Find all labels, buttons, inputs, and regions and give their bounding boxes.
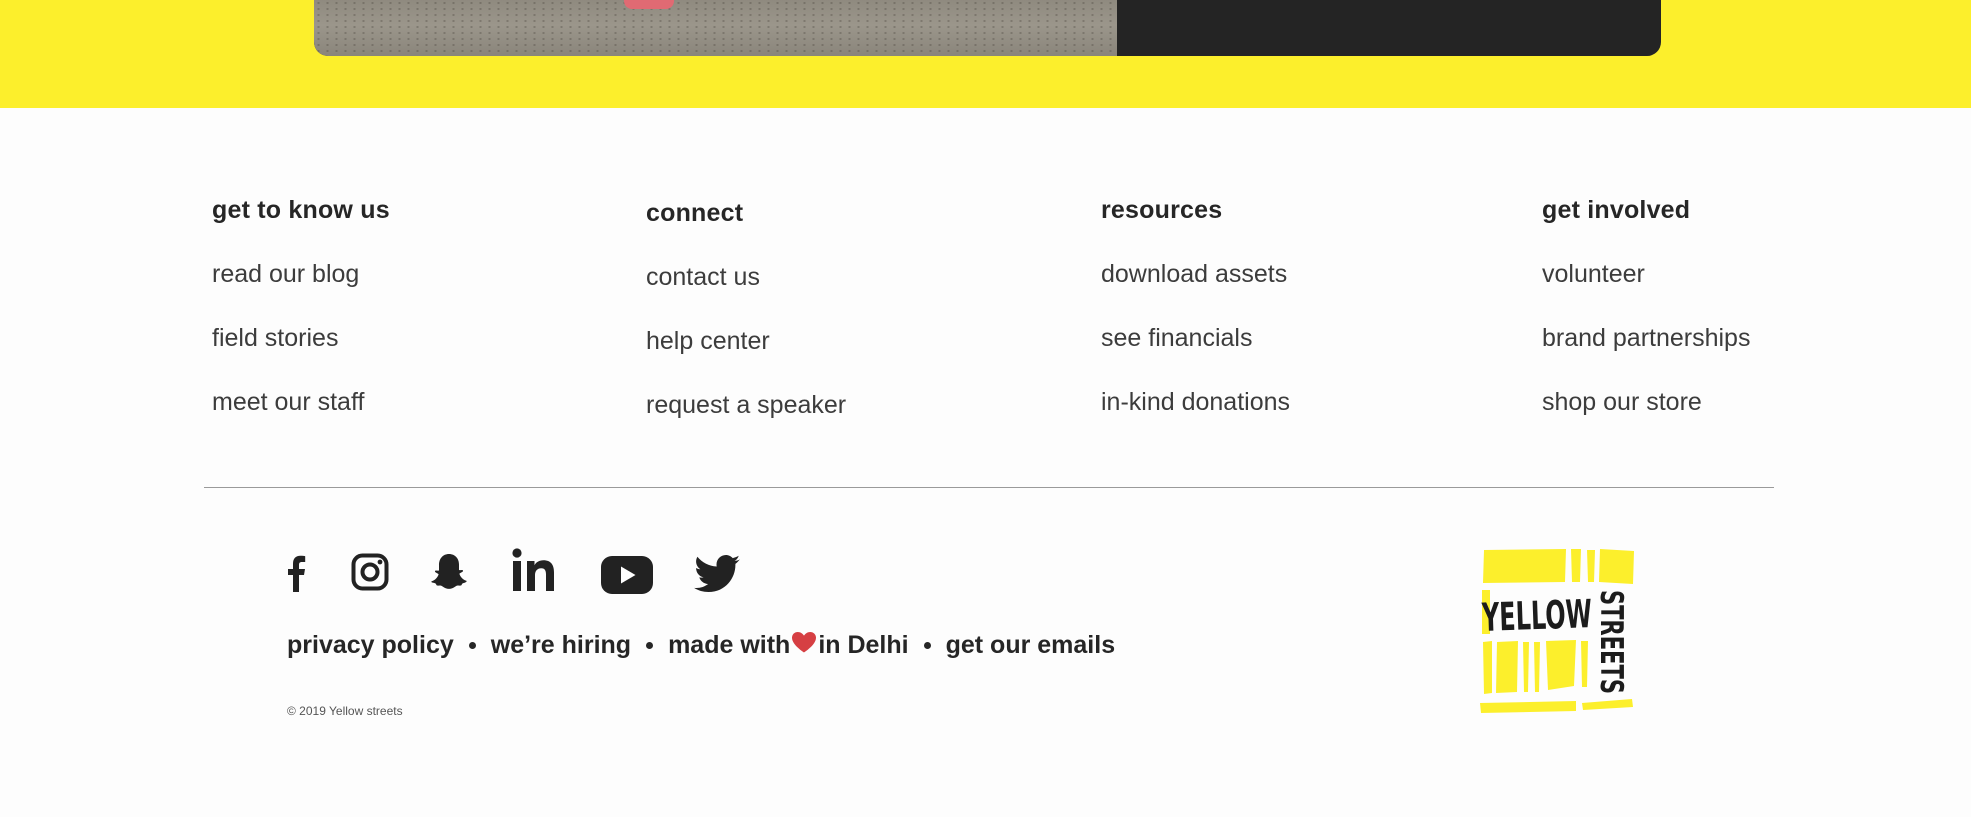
footer-link-field-stories[interactable]: field stories bbox=[212, 324, 390, 353]
footer-heading: get to know us bbox=[212, 196, 390, 224]
twitter-icon[interactable] bbox=[694, 555, 740, 593]
footer-heading: get involved bbox=[1542, 196, 1691, 224]
yellow-streets-logo[interactable]: YELLOW STREETS bbox=[1478, 546, 1638, 723]
beach-photo bbox=[314, 0, 1117, 56]
footer-link-help-center[interactable]: help center bbox=[646, 327, 846, 356]
footer-link-assets[interactable]: download assets bbox=[1101, 260, 1290, 289]
privacy-policy-link[interactable]: privacy policy bbox=[287, 631, 454, 660]
footer-column-connect: connect contact us help center request a… bbox=[646, 199, 846, 420]
footer-link-brand-partnerships[interactable]: brand partnerships bbox=[1542, 324, 1750, 353]
footer-link-staff[interactable]: meet our staff bbox=[212, 388, 390, 417]
legal-links-row: privacy policy we’re hiring made with in… bbox=[287, 631, 1115, 660]
footer-link-store[interactable]: shop our store bbox=[1542, 388, 1750, 417]
linkedin-icon[interactable] bbox=[512, 548, 556, 592]
svg-text:YELLOW: YELLOW bbox=[1481, 592, 1593, 641]
made-with-text: made with bbox=[668, 631, 791, 659]
copyright-text: © 2019 Yellow streets bbox=[287, 704, 403, 718]
newsletter-link[interactable]: get our emails bbox=[946, 631, 1116, 660]
hero-yellow-band bbox=[0, 0, 1971, 108]
footer-link-blog[interactable]: read our blog bbox=[212, 260, 390, 289]
footer-link-speaker[interactable]: request a speaker bbox=[646, 391, 846, 420]
instagram-icon[interactable] bbox=[351, 553, 389, 591]
separator-dot bbox=[468, 642, 476, 649]
in-city-text: in Delhi bbox=[818, 631, 909, 659]
hiring-link[interactable]: we’re hiring bbox=[491, 631, 631, 660]
separator-dot bbox=[923, 642, 931, 649]
footer-column-resources: resources download assets see financials… bbox=[1101, 196, 1290, 417]
footer-column-get-involved: get involved volunteer brand partnership… bbox=[1542, 196, 1750, 417]
footer-link-financials[interactable]: see financials bbox=[1101, 324, 1290, 353]
footer-divider bbox=[204, 487, 1774, 488]
footer-heading: connect bbox=[646, 199, 744, 227]
footer-link-volunteer[interactable]: volunteer bbox=[1542, 260, 1750, 289]
footer-column-get-to-know-us: get to know us read our blog field stori… bbox=[212, 196, 390, 417]
svg-text:STREETS: STREETS bbox=[1593, 590, 1629, 694]
facebook-icon[interactable] bbox=[286, 554, 306, 592]
footer-link-contact[interactable]: contact us bbox=[646, 263, 846, 292]
hero-media-card bbox=[314, 0, 1661, 56]
heart-icon bbox=[791, 631, 817, 660]
footer-link-in-kind[interactable]: in-kind donations bbox=[1101, 388, 1290, 417]
separator-dot bbox=[646, 642, 654, 649]
snapchat-icon[interactable] bbox=[429, 552, 469, 592]
footer-heading: resources bbox=[1101, 196, 1223, 224]
youtube-icon[interactable] bbox=[601, 556, 653, 594]
